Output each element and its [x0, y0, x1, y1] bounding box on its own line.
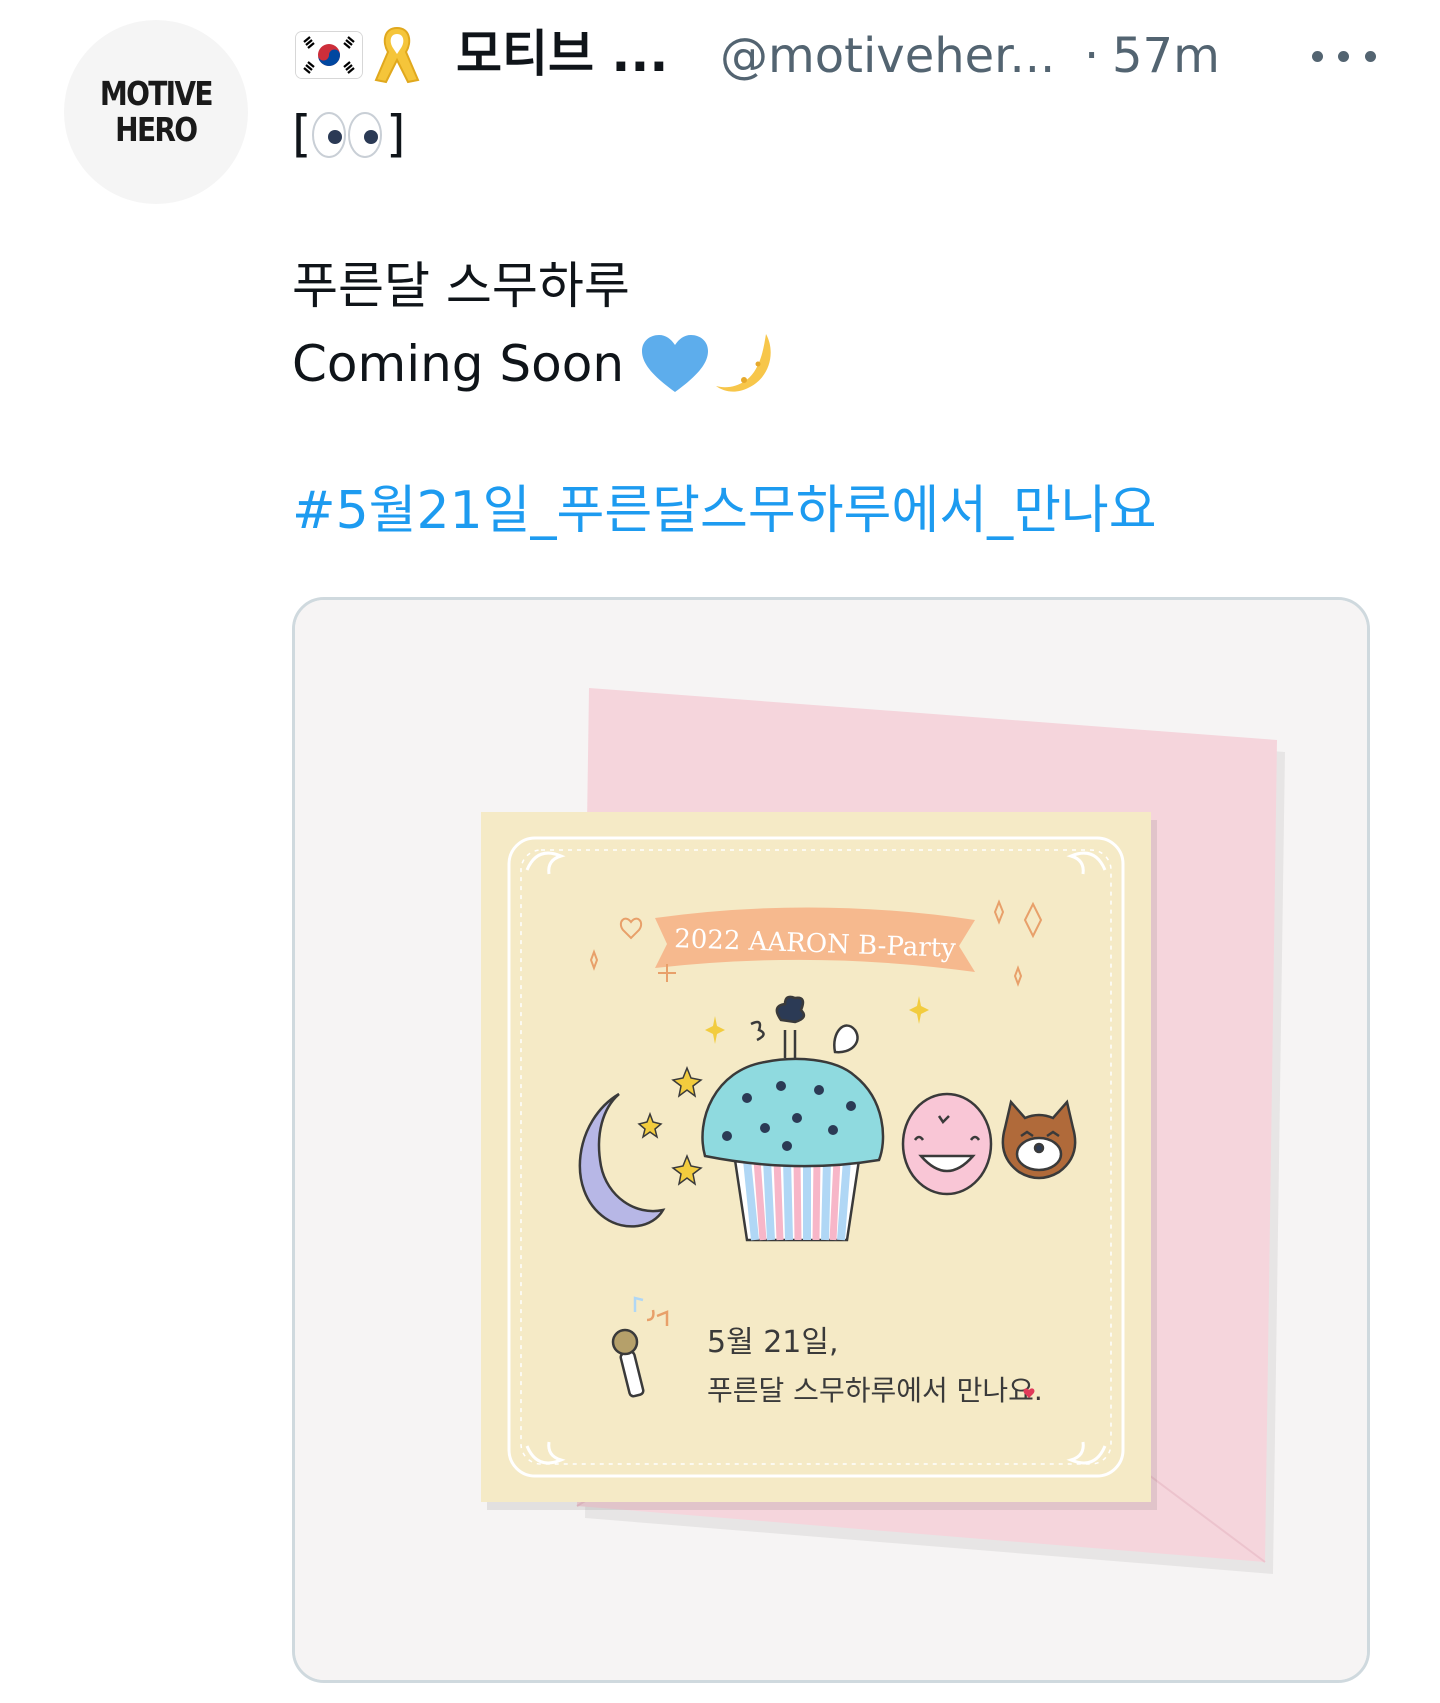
author-display-name[interactable]: 모티브 ... [456, 24, 668, 84]
tweet-timestamp[interactable]: 57m [1112, 26, 1220, 86]
avatar[interactable]: MOTIVE HERO [64, 20, 248, 204]
eyes-bracket-close: ] [386, 105, 406, 163]
avatar-text-hero: HERO [115, 110, 198, 149]
yellow-ribbon-icon [372, 24, 422, 86]
card-message-line1: 5월 21일, [707, 1325, 839, 1360]
card-message-line2: 푸른달 스무하루에서 만나요. [707, 1374, 1043, 1407]
blue-heart-emoji [642, 335, 708, 392]
tweet-media-image[interactable]: 2022 AARON B-Party 5월 21일, 푸른달 스무하루에서 만나… [292, 597, 1370, 1683]
tweet-line-coming-soon: Coming Soon [292, 335, 625, 393]
avatar-text-motive: MOTIVE [99, 74, 214, 113]
eyes-bracket-open: [ [292, 105, 312, 163]
eyes-emoji [312, 112, 382, 158]
hashtag-link[interactable]: #5월21일_푸른달스무하루에서_만나요 [292, 478, 1157, 544]
author-handle[interactable]: @motiveher... [720, 26, 1055, 86]
tweet-header: 모티브 ... @motiveher... · 57m [292, 18, 1392, 88]
more-options-icon[interactable] [1304, 36, 1384, 76]
korea-flag-icon [296, 32, 362, 78]
tweet-line-title: 푸른달 스무하루 [292, 257, 630, 315]
crescent-moon-emoji [716, 334, 771, 392]
tweet: MOTIVE HERO 모티브 ... @motiveher... · 57m … [0, 0, 1440, 1703]
header-separator: · [1084, 28, 1100, 84]
doodle-smiley [901, 1092, 993, 1196]
